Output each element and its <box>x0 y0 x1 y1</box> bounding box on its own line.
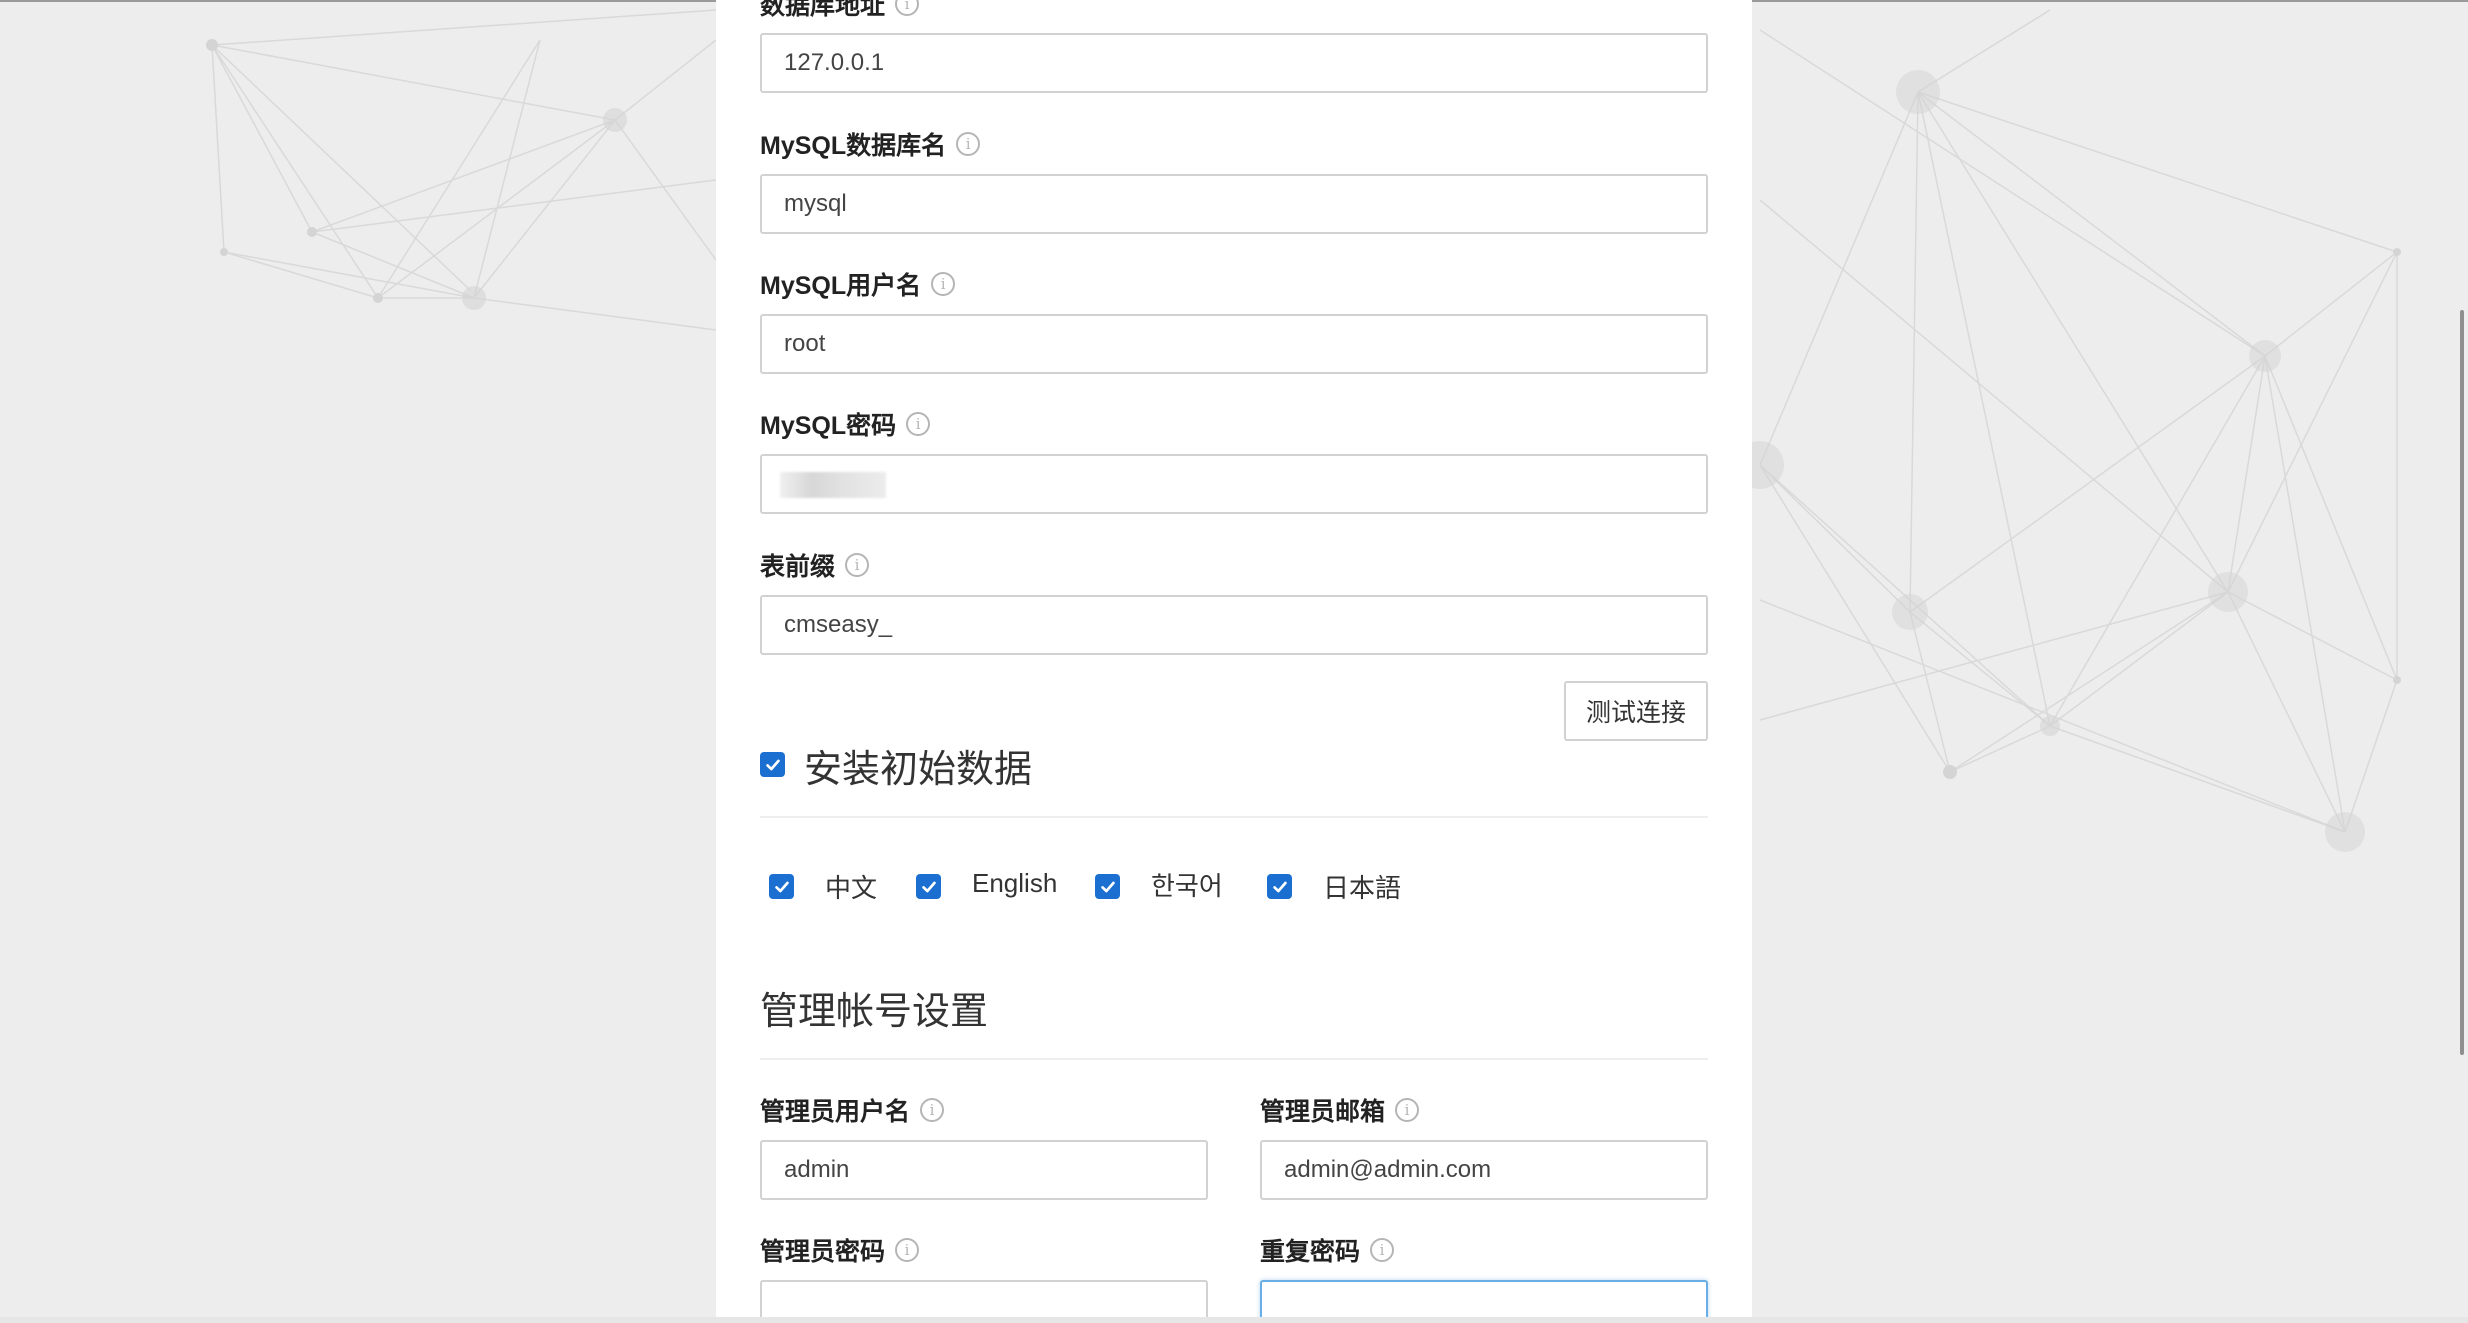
admin-email-label: 管理员邮箱 i <box>1260 1092 1420 1128</box>
language-label-zh: 中文 <box>825 873 878 903</box>
test-connection-button[interactable]: 测试连接 <box>1564 681 1708 741</box>
info-icon[interactable]: i <box>1370 1238 1395 1262</box>
install-form-card: 数据库地址 i 127.0.0.1 MySQL数据库名 i mysql MySQ… <box>716 0 1752 1318</box>
checkmark-icon <box>774 881 789 892</box>
db-user-label: MySQL用户名 i <box>760 266 956 302</box>
admin-password-input[interactable]: ●●●●●●●● <box>760 1280 1208 1318</box>
window-bottom-edge <box>0 1317 2468 1323</box>
table-prefix-label-text: 表前缀 <box>760 553 836 581</box>
info-icon[interactable]: i <box>845 553 870 577</box>
install-data-label: 安装初始数据 <box>804 749 1033 791</box>
db-password-label-text: MySQL密码 <box>760 412 897 440</box>
admin-username-input[interactable]: admin <box>760 1140 1208 1200</box>
info-icon[interactable]: i <box>895 0 920 16</box>
db-host-value: 127.0.0.1 <box>784 49 885 76</box>
db-password-input[interactable] <box>760 454 1708 514</box>
checkmark-icon <box>1272 881 1287 892</box>
db-name-label-text: MySQL数据库名 <box>760 132 947 160</box>
db-user-value: root <box>784 330 826 357</box>
vertical-scrollbar[interactable] <box>2460 310 2464 1055</box>
table-prefix-input[interactable]: cmseasy_ <box>760 595 1708 655</box>
admin-email-value: admin@admin.com <box>1284 1156 1492 1183</box>
install-data-checkbox[interactable] <box>760 752 785 777</box>
divider <box>760 1058 1708 1060</box>
language-label-ko: 한국어 <box>1151 871 1223 901</box>
admin-email-input[interactable]: admin@admin.com <box>1260 1140 1708 1200</box>
admin-password-label-text: 管理员密码 <box>760 1238 886 1266</box>
language-label-en: English <box>972 868 1058 898</box>
db-password-label: MySQL密码 i <box>760 406 931 442</box>
db-user-input[interactable]: root <box>760 314 1708 374</box>
language-label-ja: 日本語 <box>1323 873 1402 903</box>
language-checkbox-en[interactable] <box>916 874 941 899</box>
info-icon[interactable]: i <box>931 272 956 296</box>
db-host-label-text: 数据库地址 <box>760 0 886 20</box>
repeat-password-input[interactable]: ●●●●●●●● <box>1260 1280 1708 1318</box>
info-icon[interactable]: i <box>895 1238 920 1262</box>
redacted-password-value <box>780 472 886 498</box>
info-icon[interactable]: i <box>956 132 981 156</box>
table-prefix-label: 表前缀 i <box>760 547 870 583</box>
admin-username-label: 管理员用户名 i <box>760 1092 945 1128</box>
language-checkbox-zh[interactable] <box>769 874 794 899</box>
admin-section-title: 管理帐号设置 <box>760 991 989 1033</box>
language-checkbox-ja[interactable] <box>1267 874 1292 899</box>
checkmark-icon <box>1100 881 1115 892</box>
db-user-label-text: MySQL用户名 <box>760 272 922 300</box>
checkmark-icon <box>765 759 780 770</box>
table-prefix-value: cmseasy_ <box>784 611 893 638</box>
db-host-input[interactable]: 127.0.0.1 <box>760 33 1708 93</box>
test-connection-label: 测试连接 <box>1585 699 1686 727</box>
repeat-password-label-text: 重复密码 <box>1260 1238 1361 1266</box>
divider <box>760 816 1708 818</box>
db-name-input[interactable]: mysql <box>760 174 1708 234</box>
info-icon[interactable]: i <box>906 412 931 436</box>
admin-email-label-text: 管理员邮箱 <box>1260 1098 1386 1126</box>
db-name-label: MySQL数据库名 i <box>760 126 981 162</box>
info-icon[interactable]: i <box>1395 1098 1420 1122</box>
checkmark-icon <box>921 881 936 892</box>
admin-password-label: 管理员密码 i <box>760 1232 920 1268</box>
db-name-value: mysql <box>784 190 847 217</box>
repeat-password-label: 重复密码 i <box>1260 1232 1395 1268</box>
info-icon[interactable]: i <box>920 1098 945 1122</box>
admin-username-value: admin <box>784 1156 850 1183</box>
admin-username-label-text: 管理员用户名 <box>760 1098 911 1126</box>
language-checkbox-ko[interactable] <box>1095 874 1120 899</box>
db-host-label: 数据库地址 i <box>760 0 920 22</box>
